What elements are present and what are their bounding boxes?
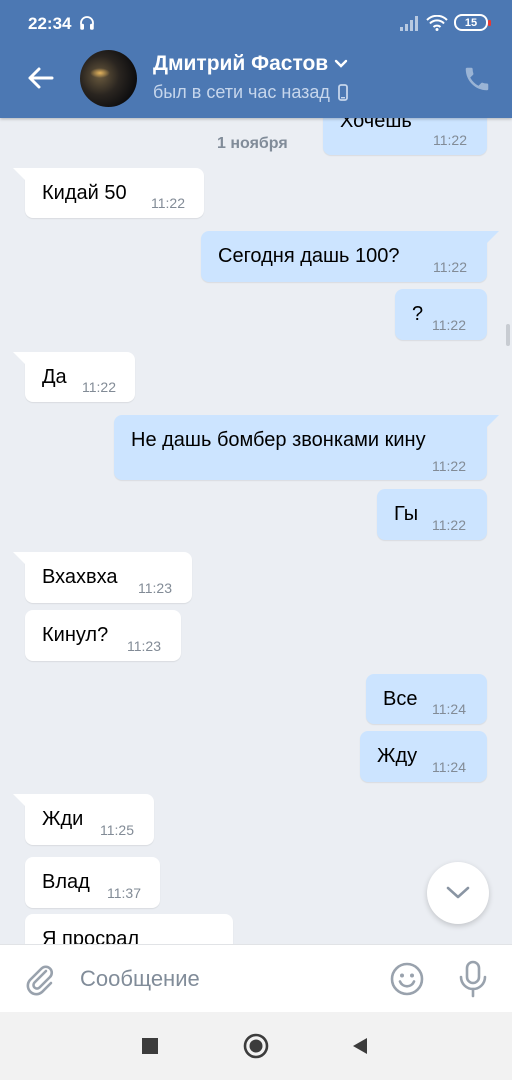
message-time: 11:22 xyxy=(432,458,466,474)
message-list[interactable]: 1 ноября Хочешь 11:22 Кидай 50 11:22 Сегодня… xyxy=(0,118,512,944)
message-bubble-in[interactable]: Жди 11:25 xyxy=(13,794,154,845)
message-text: ? xyxy=(412,303,424,325)
wifi-icon xyxy=(426,14,448,31)
message-time: 11:24 xyxy=(432,759,466,775)
message-text: Влад xyxy=(42,871,90,893)
battery-level: 15 xyxy=(464,16,478,29)
bubble-tail xyxy=(13,168,27,182)
message-text: Вхахвха xyxy=(42,566,118,588)
nav-recents-icon xyxy=(142,1038,158,1054)
battery-icon: 15 xyxy=(454,14,491,31)
paperclip-icon[interactable] xyxy=(22,961,58,997)
message-time: 11:23 xyxy=(127,638,161,654)
bubble-tail xyxy=(13,794,27,808)
message-bubble-in[interactable]: Вхахвха 11:23 xyxy=(13,552,192,603)
message-text: Я просрал xyxy=(42,928,139,944)
message-time: 11:22 xyxy=(432,317,466,333)
message-bubble-in[interactable]: Кидай 50 11:22 xyxy=(13,168,204,218)
nav-home-icon xyxy=(243,1033,269,1059)
message-bubble-in[interactable]: Влад 11:37 xyxy=(25,857,160,908)
message-time: 11:22 xyxy=(151,195,185,211)
headset-icon xyxy=(80,16,94,30)
message-bubble-in[interactable]: Кинул? 11:23 xyxy=(25,610,181,661)
signal-icon xyxy=(400,15,418,31)
scrollbar[interactable] xyxy=(506,324,510,346)
message-text: Кинул? xyxy=(42,624,109,646)
nav-back-icon xyxy=(353,1038,367,1054)
avatar[interactable] xyxy=(80,50,137,107)
message-text: Хочешь xyxy=(340,118,412,132)
system-nav-bar xyxy=(0,1012,512,1080)
status-icons: 15 xyxy=(400,14,491,31)
status-bar: 22:34 15 xyxy=(0,0,512,48)
message-text: Не дашь бомбер звонками кину xyxy=(131,429,426,451)
status-time: 22:34 xyxy=(28,14,72,33)
message-bubble-out[interactable]: Хочешь 11:22 xyxy=(323,118,487,155)
message-bubble-out[interactable]: ? 11:22 xyxy=(395,289,487,340)
message-bubble-out[interactable]: Не дашь бомбер звонками кину 11:22 xyxy=(114,415,499,480)
phone-icon[interactable] xyxy=(462,64,492,94)
message-time: 11:22 xyxy=(432,517,466,533)
message-text: Гы xyxy=(394,503,419,525)
contact-name-button[interactable]: Дмитрий Фастов xyxy=(153,52,348,76)
message-text: Да xyxy=(42,366,67,388)
message-time: 11:23 xyxy=(138,580,172,596)
message-text: Жди xyxy=(42,808,84,830)
nav-back-button[interactable] xyxy=(346,1032,374,1060)
date-separator: 1 ноября xyxy=(217,135,288,152)
mobile-icon xyxy=(338,84,348,101)
bubble-tail xyxy=(485,415,499,429)
message-composer xyxy=(0,944,512,1012)
message-text: Кидай 50 xyxy=(42,182,127,204)
back-button[interactable] xyxy=(24,62,56,94)
microphone-icon[interactable] xyxy=(456,960,490,998)
back-arrow-icon xyxy=(28,67,54,89)
message-time: 11:37 xyxy=(107,885,141,901)
message-time: 11:22 xyxy=(433,259,467,275)
bubble-tail xyxy=(485,231,499,245)
message-bubble-out[interactable]: Сегодня дашь 100? 11:22 xyxy=(201,231,499,282)
bubble-tail xyxy=(13,352,27,366)
message-time: 11:22 xyxy=(433,132,467,148)
message-time: 11:25 xyxy=(100,822,134,838)
message-text: Жду xyxy=(377,745,418,767)
message-bubble-in[interactable]: Я просрал xyxy=(25,914,233,944)
message-bubble-out[interactable]: Все 11:24 xyxy=(366,674,487,724)
message-text: Все xyxy=(383,688,418,710)
contact-status-text: был в сети час назад xyxy=(153,82,330,102)
message-bubble-out[interactable]: Гы 11:22 xyxy=(377,489,487,540)
bubble-tail xyxy=(13,552,27,566)
chat-header: 22:34 15 Дмитрий Фастов был в сети час н… xyxy=(0,0,512,118)
contact-name: Дмитрий Фастов xyxy=(153,52,329,75)
message-text: Сегодня дашь 100? xyxy=(218,245,400,267)
message-bubble-in[interactable]: Да 11:22 xyxy=(13,352,135,402)
message-time: 11:22 xyxy=(82,379,116,395)
nav-recents-button[interactable] xyxy=(136,1032,164,1060)
nav-home-button[interactable] xyxy=(242,1032,270,1060)
chevron-down-icon xyxy=(446,886,470,899)
message-time: 11:24 xyxy=(432,701,466,717)
message-input[interactable] xyxy=(80,959,370,999)
emoji-icon[interactable] xyxy=(389,961,425,997)
contact-status: был в сети час назад xyxy=(153,82,348,103)
message-bubble-out[interactable]: Жду 11:24 xyxy=(360,731,487,782)
scroll-down-button[interactable] xyxy=(427,862,489,924)
chevron-down-icon xyxy=(335,59,348,68)
